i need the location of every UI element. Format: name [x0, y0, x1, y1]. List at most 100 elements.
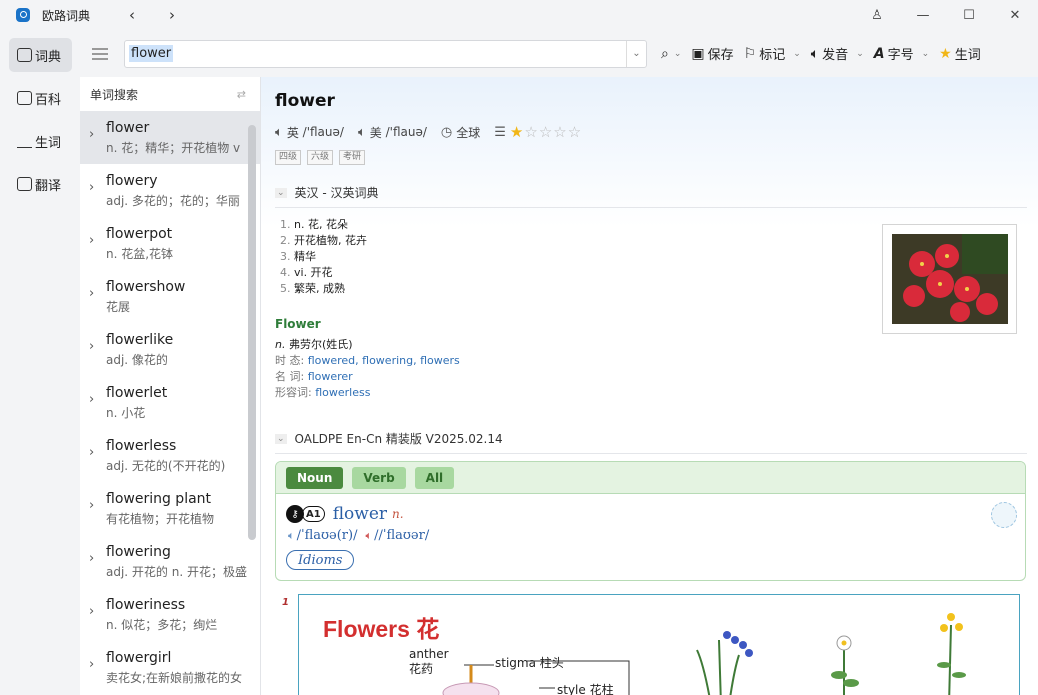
illustration[interactable]: Flowers 花 anther 花药 stigma 柱头 style 花柱 — [298, 594, 1020, 695]
word-list-header: 单词搜索 ⇄ — [80, 77, 260, 111]
list-item[interactable]: › flowershow 花展 — [80, 270, 260, 323]
app-logo-icon — [16, 8, 30, 22]
chevron-right-icon: › — [89, 498, 95, 513]
list-item[interactable]: › floweriness n. 似花；多花；绚烂 — [80, 588, 260, 641]
translate-icon — [17, 177, 32, 191]
level-badge: A1 — [302, 506, 325, 522]
list-item[interactable]: › flowering plant 有花植物；开花植物 — [80, 482, 260, 535]
list-item[interactable]: › flowerpot n. 花盆,花钵 — [80, 217, 260, 270]
entry-content: flower 🔈︎ 英 /'flauə/ 🔈︎ 美 /'flauə/ ◷ 全球 … — [261, 77, 1038, 695]
swap-icon[interactable]: ⇄ — [237, 88, 246, 101]
definition: 2. 开花植物, 花卉 — [280, 234, 367, 247]
uk-ipa: /'flauə/ — [302, 125, 344, 139]
search-box: flower ⌄ — [124, 39, 647, 68]
dict-section-header[interactable]: ⌄ OALDPE En-Cn 精装版 V2025.02.14 — [275, 430, 1027, 454]
list-item[interactable]: › flowergirl 卖花女;在新娘前撒花的女 — [80, 641, 260, 694]
tag: 考研 — [339, 150, 366, 165]
list-item[interactable]: › flowerlet n. 小花 — [80, 376, 260, 429]
encyclopedia-icon — [17, 91, 32, 105]
chevron-right-icon: › — [89, 233, 95, 248]
nav-label: 百科 — [35, 92, 62, 108]
collapse-icon[interactable]: ⌄ — [275, 433, 287, 444]
list-item[interactable]: › flower n. 花；精华；开花植物 v — [80, 111, 260, 164]
exam-tags: 四级 六级 考研 — [275, 150, 371, 165]
minimize-button[interactable]: — — [900, 8, 946, 23]
us-ipa: /'flauə/ — [385, 125, 427, 139]
list-icon[interactable]: ☰ — [494, 125, 506, 140]
pronounce-button[interactable]: 🔈︎ 发音 ⌄ — [811, 44, 864, 64]
speaker-us-icon[interactable]: 🔈︎ — [358, 125, 366, 140]
oald-headword: flower — [332, 504, 388, 524]
account-icon[interactable]: ♙ — [854, 8, 900, 23]
oald-headword-row: ⚷ A1 flower n. — [286, 504, 404, 524]
chevron-right-icon: › — [89, 657, 95, 672]
forward-button[interactable]: › — [158, 6, 186, 24]
globe-icon[interactable]: ◷ — [441, 125, 452, 140]
headword: flower — [275, 91, 335, 111]
nav-label: 生词 — [35, 135, 62, 151]
font-icon: A — [873, 45, 885, 62]
collapse-icon[interactable]: ⌄ — [275, 187, 287, 198]
nav-item-encyclopedia[interactable]: 百科 — [9, 81, 72, 115]
definition: 1. n. 花, 花朵 — [280, 218, 348, 231]
sense-number: 1 — [282, 597, 289, 608]
dict-section-header[interactable]: ⌄ 英汉 - 汉英词典 — [275, 184, 1027, 208]
pos-tabs: Noun Verb All — [276, 462, 1025, 494]
proper-noun-body: n. 弗劳尔(姓氏) 时 态: flowered, flowering, flo… — [275, 338, 460, 399]
search-icon[interactable]: ⌕ ⌄ — [661, 46, 681, 62]
save-icon: ▣ — [691, 45, 705, 62]
list-item[interactable]: › flowerless adj. 无花的(不开花的) — [80, 429, 260, 482]
toolbar: flower ⌄ ⌕ ⌄ ▣ 保存 ⚐ 标记 ⌄ 🔈︎ 发音 ⌄ A 字号 ⌄ ★ 生词 — [80, 30, 1038, 77]
definition-list: 1. n. 花, 花朵 2. 开花植物, 花卉 3. 精华 4. vi. 开花 … — [280, 217, 367, 297]
br-ipa: /ˈflaʊə(r)/ — [296, 528, 358, 543]
speaker-br-icon[interactable]: 🔈︎ — [288, 529, 295, 543]
oald-pos: n. — [392, 507, 404, 521]
save-button[interactable]: ▣ 保存 — [691, 44, 733, 64]
back-button[interactable]: ‹ — [118, 6, 146, 24]
speaker-uk-icon[interactable]: 🔈︎ — [275, 125, 283, 140]
dictionary-icon — [17, 48, 32, 62]
nav-item-translate[interactable]: 翻译 — [9, 167, 72, 201]
definition: 3. 精华 — [280, 250, 316, 263]
tab-all[interactable]: All — [414, 466, 455, 489]
speaker-am-icon[interactable]: 🔈︎ — [365, 529, 372, 543]
word-form-link[interactable]: flowered, flowering, flowers — [308, 354, 460, 367]
close-button[interactable]: ✕ — [992, 8, 1038, 23]
add-vocab-button[interactable]: ★ 生词 — [939, 44, 981, 64]
maximize-button[interactable]: ☐ — [946, 8, 992, 23]
tab-noun[interactable]: Noun — [286, 466, 344, 489]
font-size-button[interactable]: A 字号 ⌄ — [873, 44, 929, 64]
star-empty-icon: ☆☆☆☆ — [524, 123, 583, 141]
word-list-scrollbar[interactable] — [248, 125, 256, 540]
tag: 四级 — [275, 150, 302, 165]
proper-noun-title: Flower — [275, 317, 321, 331]
word-form-link[interactable]: flowerer — [308, 370, 353, 383]
word-form-link[interactable]: flowerless — [315, 386, 370, 399]
idioms-button[interactable]: Idioms — [286, 550, 355, 570]
oald-entry-card: Noun Verb All ⚷ A1 flower n. 🔈︎ /ˈflaʊə(… — [275, 461, 1026, 581]
list-item[interactable]: › flowerlike adj. 像花的 — [80, 323, 260, 376]
global-label[interactable]: 全球 — [456, 124, 480, 141]
chevron-right-icon: › — [89, 286, 95, 301]
chevron-right-icon: › — [89, 339, 95, 354]
flower-photo[interactable] — [882, 224, 1017, 334]
chevron-right-icon: › — [89, 604, 95, 619]
mark-button[interactable]: ⚐ 标记 ⌄ — [743, 44, 801, 64]
nav-item-dictionary[interactable]: 词典 — [9, 38, 72, 72]
left-navigation: 词典 百科 生词 翻译 — [0, 30, 80, 695]
illustration-drawing — [442, 613, 966, 695]
list-item[interactable]: › flowery adj. 多花的；花的；华丽 — [80, 164, 260, 217]
word-list-panel: 单词搜索 ⇄ › flower n. 花；精华；开花植物 v › flowery adj… — [80, 77, 261, 695]
word-list-title: 单词搜索 — [90, 87, 139, 102]
pronunciation-row: 🔈︎ 英 /'flauə/ 🔈︎ 美 /'flauə/ ◷ 全球 ☰ ★☆☆☆☆ — [275, 123, 583, 141]
search-input[interactable]: flower — [129, 45, 174, 62]
star-filled-icon: ★ — [509, 123, 525, 141]
search-history-dropdown[interactable]: ⌄ — [626, 40, 646, 67]
list-item[interactable]: › flowering adj. 开花的 n. 开花；极盛 — [80, 535, 260, 588]
nav-item-vocabulary[interactable]: 生词 — [9, 124, 72, 158]
oald-pronunciations: 🔈︎ /ˈflaʊə(r)/ 🔈︎ / /ˈflaʊər/ — [288, 528, 429, 543]
flag-icon: ⚐ — [743, 45, 757, 62]
menu-list-icon[interactable] — [92, 47, 108, 60]
nav-label: 翻译 — [35, 178, 62, 194]
tab-verb[interactable]: Verb — [352, 466, 406, 489]
